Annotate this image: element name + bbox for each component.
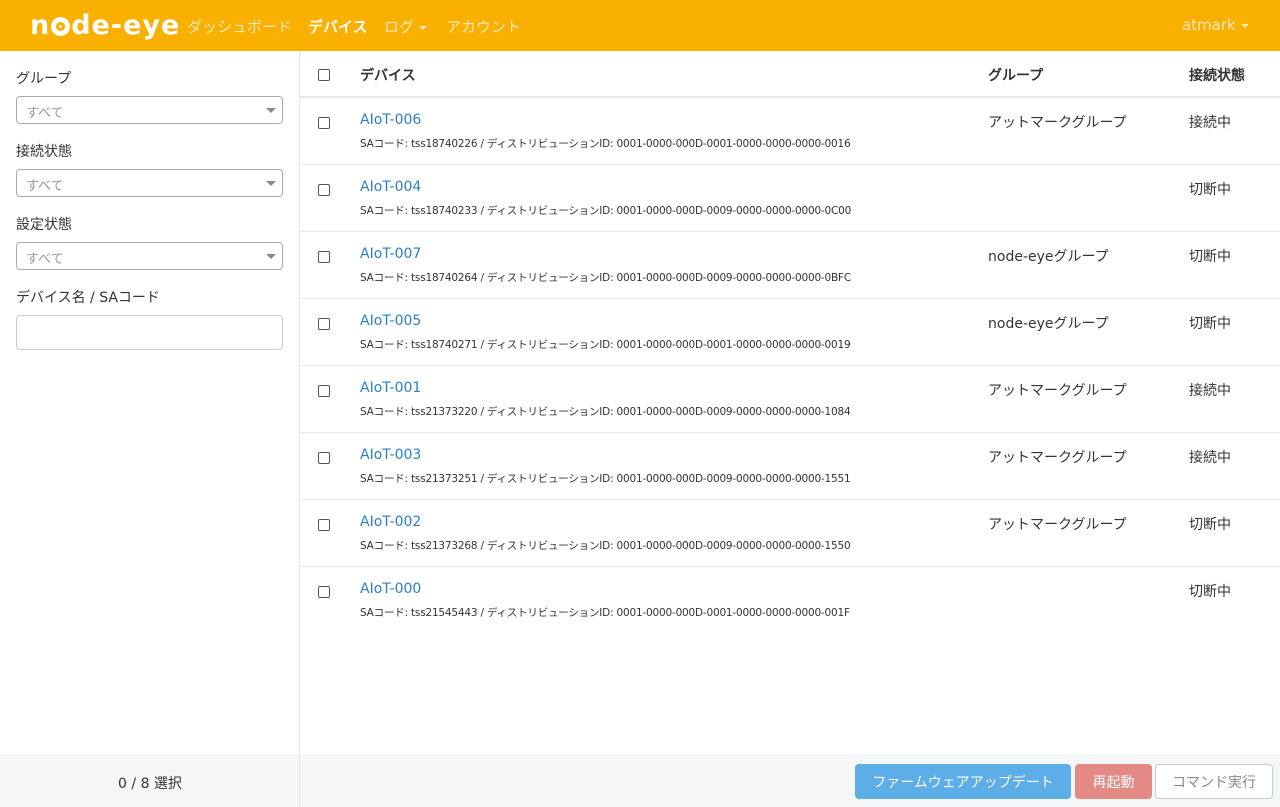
nav-logs-label: ログ xyxy=(384,18,415,36)
device-status: 切断中 xyxy=(1189,249,1231,265)
device-sa-code: SAコード: tss18740233 / ディストリビューションID: 0001… xyxy=(360,205,852,217)
device-group: アットマークグループ xyxy=(988,450,1127,466)
table-row: AIoT-002 SAコード: tss21373268 / ディストリビューショ… xyxy=(300,500,1280,567)
row-checkbox[interactable] xyxy=(318,452,330,464)
column-header-group[interactable]: グループ xyxy=(988,65,1043,85)
device-group: node-eyeグループ xyxy=(988,316,1109,332)
device-name-link[interactable]: AIoT-001 xyxy=(360,380,421,396)
table-row: AIoT-005 SAコード: tss18740271 / ディストリビューショ… xyxy=(300,299,1280,366)
device-status: 接続中 xyxy=(1189,450,1231,466)
device-name-link[interactable]: AIoT-006 xyxy=(360,112,421,128)
selection-count: 0 / 8 選択 xyxy=(118,776,182,792)
device-name-link[interactable]: AIoT-003 xyxy=(360,447,421,463)
connection-filter-value: すべて xyxy=(26,179,64,194)
device-group: アットマークグループ xyxy=(988,517,1127,533)
column-header-device[interactable]: デバイス xyxy=(360,65,416,85)
device-search-input[interactable] xyxy=(16,315,283,350)
table-row: AIoT-004 SAコード: tss18740233 / ディストリビューショ… xyxy=(300,165,1280,232)
column-header-status[interactable]: 接続状態 xyxy=(1189,65,1245,85)
device-status: 切断中 xyxy=(1189,584,1231,600)
connection-filter-select[interactable]: すべて xyxy=(16,169,283,197)
device-sa-code: SAコード: tss21373220 / ディストリビューションID: 0001… xyxy=(360,406,851,418)
row-checkbox[interactable] xyxy=(318,251,330,263)
config-filter-value: すべて xyxy=(26,252,64,267)
table-header: デバイス グループ 接続状態 xyxy=(300,51,1280,98)
firmware-update-button[interactable]: ファームウェアアップデート xyxy=(855,764,1071,799)
device-status: 切断中 xyxy=(1189,517,1231,533)
device-status: 切断中 xyxy=(1189,182,1231,198)
nav-account[interactable]: アカウント xyxy=(446,16,521,37)
group-filter-select[interactable]: すべて xyxy=(16,96,283,124)
run-command-button[interactable]: コマンド実行 xyxy=(1155,764,1273,799)
device-status: 接続中 xyxy=(1189,383,1231,399)
device-sa-code: SAコード: tss18740271 / ディストリビューションID: 0001… xyxy=(360,339,851,351)
group-filter-label: グループ xyxy=(16,71,72,87)
row-checkbox[interactable] xyxy=(318,318,330,330)
device-sa-code: SAコード: tss18740226 / ディストリビューションID: 0001… xyxy=(360,138,851,150)
action-footer: ファームウェアアップデート 再起動 コマンド実行 xyxy=(300,754,1280,807)
chevron-down-icon xyxy=(1240,23,1249,28)
select-all-checkbox[interactable] xyxy=(318,69,330,81)
device-group: アットマークグループ xyxy=(988,383,1127,399)
device-sa-code: SAコード: tss21373268 / ディストリビューションID: 0001… xyxy=(360,540,851,552)
device-table: デバイス グループ 接続状態 AIoT-006 SAコード: tss187402… xyxy=(300,51,1280,754)
user-menu-dropdown[interactable]: atmark xyxy=(1182,16,1249,34)
dropdown-arrow-icon xyxy=(266,254,276,259)
chevron-down-icon xyxy=(419,25,428,30)
device-name-link[interactable]: AIoT-007 xyxy=(360,246,421,262)
row-checkbox[interactable] xyxy=(318,586,330,598)
eye-icon xyxy=(51,16,71,36)
filter-sidebar: グループ すべて 接続状態 すべて 設定状態 すべて デバイス名 / SAコード xyxy=(0,51,300,754)
connection-filter-label: 接続状態 xyxy=(16,144,72,160)
table-row: AIoT-006 SAコード: tss18740226 / ディストリビューショ… xyxy=(300,98,1280,165)
dropdown-arrow-icon xyxy=(266,108,276,113)
device-sa-code: SAコード: tss21373251 / ディストリビューションID: 0001… xyxy=(360,473,851,485)
config-filter-label: 設定状態 xyxy=(16,217,72,233)
node-eye-logo[interactable]: n de-eye xyxy=(30,7,180,43)
nav-dashboard[interactable]: ダッシュボード xyxy=(187,16,292,37)
device-name-link[interactable]: AIoT-002 xyxy=(360,514,421,530)
config-filter-select[interactable]: すべて xyxy=(16,242,283,270)
table-row: AIoT-003 SAコード: tss21373251 / ディストリビューショ… xyxy=(300,433,1280,500)
table-row: AIoT-000 SAコード: tss21545443 / ディストリビューショ… xyxy=(300,567,1280,634)
device-name-link[interactable]: AIoT-005 xyxy=(360,313,421,329)
device-name-link[interactable]: AIoT-004 xyxy=(360,179,421,195)
top-navbar: n de-eye ダッシュボード デバイス ログ アカウント atmark xyxy=(0,0,1280,51)
device-group: アットマークグループ xyxy=(988,115,1127,131)
device-group: node-eyeグループ xyxy=(988,249,1109,265)
device-status: 接続中 xyxy=(1189,115,1231,131)
group-filter-value: すべて xyxy=(26,106,64,121)
row-checkbox[interactable] xyxy=(318,385,330,397)
table-row: AIoT-001 SAコード: tss21373220 / ディストリビューショ… xyxy=(300,366,1280,433)
device-name-link[interactable]: AIoT-000 xyxy=(360,581,421,597)
user-name: atmark xyxy=(1182,16,1236,34)
nav-logs-dropdown[interactable]: ログ xyxy=(384,16,428,37)
nav-devices[interactable]: デバイス xyxy=(308,16,368,37)
device-status: 切断中 xyxy=(1189,316,1231,332)
search-filter-label: デバイス名 / SAコード xyxy=(16,290,160,306)
row-checkbox[interactable] xyxy=(318,117,330,129)
device-sa-code: SAコード: tss21545443 / ディストリビューションID: 0001… xyxy=(360,607,850,619)
selection-footer: 0 / 8 選択 xyxy=(0,754,300,807)
row-checkbox[interactable] xyxy=(318,184,330,196)
reboot-button[interactable]: 再起動 xyxy=(1075,764,1152,799)
row-checkbox[interactable] xyxy=(318,519,330,531)
table-row: AIoT-007 SAコード: tss18740264 / ディストリビューショ… xyxy=(300,232,1280,299)
dropdown-arrow-icon xyxy=(266,181,276,186)
device-sa-code: SAコード: tss18740264 / ディストリビューションID: 0001… xyxy=(360,272,851,284)
